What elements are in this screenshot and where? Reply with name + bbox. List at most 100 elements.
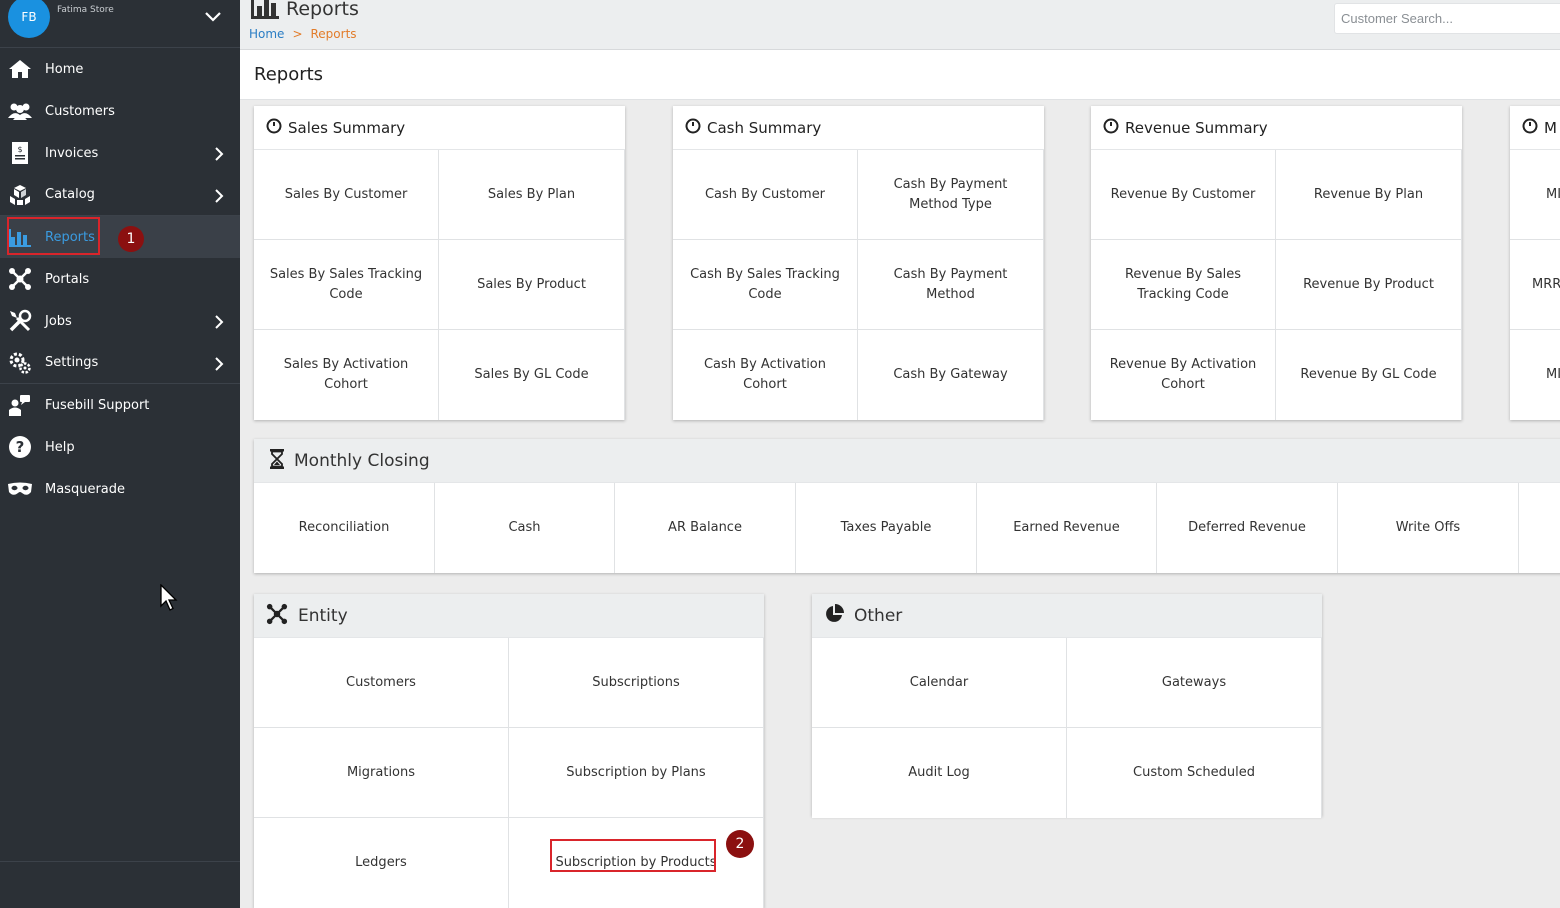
breadcrumb: Home > Reports [249,27,357,41]
report-link-label: Calendar [909,674,969,690]
report-link[interactable]: Gateways [1067,638,1322,728]
sidebar-item-customers[interactable]: Customers [0,90,240,132]
report-link[interactable]: Sales By GL Code [439,330,625,420]
report-link[interactable]: Revenue By Activation Cohort [1091,330,1276,420]
network-icon [266,603,288,629]
report-link-label: Custom Scheduled [1133,765,1255,780]
report-link[interactable]: Sales By Customer [254,150,439,240]
sidebar-item-invoices[interactable]: $ Invoices [0,132,240,174]
report-link[interactable]: MRR [1510,240,1560,330]
help-icon: ? [7,434,33,460]
report-link[interactable]: AR Balance [615,483,796,573]
report-link-label: Sales By Plan [487,186,576,202]
sidebar-item-settings[interactable]: Settings [0,342,240,384]
report-link[interactable]: Subscriptions [509,638,764,728]
main-content: Reports Sales Summary Sales By Customer … [240,50,1560,908]
report-link[interactable]: MI [1510,150,1560,240]
account-header[interactable]: FB Fatima Store [0,0,240,48]
report-link[interactable]: Revenue By Sales Tracking Code [1091,240,1276,330]
report-link[interactable]: Cash [435,483,615,573]
mrr-summary-card: M MI MRR MI [1510,106,1560,420]
users-icon [7,98,33,124]
report-link[interactable]: Subscription by Plans [509,728,764,818]
page-header: Reports [240,50,1560,100]
report-link[interactable]: Migrations [254,728,509,818]
pie-chart-icon [824,603,844,628]
report-link[interactable]: Cash By Payment Method Type [858,150,1044,240]
report-link[interactable]: Revenue By Customer [1091,150,1276,240]
card-title: Sales Summary [288,118,406,137]
report-link[interactable]: Calendar [812,638,1067,728]
report-link-label: Revenue By Sales Tracking Code [1124,266,1242,302]
report-link[interactable] [1519,483,1560,573]
report-link-label: Customers [346,674,416,690]
report-link[interactable]: Ledgers [254,818,509,908]
report-link[interactable]: Revenue By Plan [1276,150,1462,240]
card-header: Cash Summary [673,106,1044,150]
sidebar-item-home[interactable]: Home [0,48,240,90]
mouse-cursor-icon [160,583,180,616]
report-link-label: Sales By GL Code [474,367,589,382]
sidebar-item-help[interactable]: ? Help [0,426,240,468]
step-1-badge: 1 [118,226,144,252]
top-title: Reports [250,0,359,24]
report-link[interactable]: Cash By Sales Tracking Code [673,240,858,330]
report-link[interactable]: Cash By Payment Method [858,240,1044,330]
invoice-icon: $ [7,140,33,166]
sidebar-item-label: Customers [45,103,115,119]
page-title: Reports [254,64,324,85]
report-link[interactable]: Earned Revenue [977,483,1157,573]
report-link-label: Cash [508,520,541,535]
report-link[interactable]: Custom Scheduled [1067,728,1322,818]
network-icon [7,266,33,292]
report-link[interactable]: Cash By Activation Cohort [673,330,858,420]
card-title: Cash Summary [707,118,822,137]
report-link-label: Sales By Sales Tracking Code [269,266,423,302]
revenue-summary-card: Revenue Summary Revenue By Customer Reve… [1091,106,1462,420]
gears-icon [7,350,33,376]
report-link[interactable]: Sales By Sales Tracking Code [254,240,439,330]
tools-icon [7,308,33,334]
sidebar-item-masquerade[interactable]: Masquerade [0,468,240,510]
card-title: M [1544,118,1557,137]
avatar[interactable]: FB [8,0,50,38]
gauge-icon [1103,118,1119,138]
report-link[interactable]: Cash By Customer [673,150,858,240]
sidebar-item-fusebill-support[interactable]: Fusebill Support [0,384,240,426]
breadcrumb-home-link[interactable]: Home [249,27,284,41]
sidebar-item-label: Home [45,61,84,77]
report-link[interactable]: Deferred Revenue [1157,483,1338,573]
card-header: Revenue Summary [1091,106,1462,150]
report-link[interactable]: Sales By Product [439,240,625,330]
sidebar-item-label: Settings [45,355,99,370]
gauge-icon [266,118,282,138]
report-link[interactable]: Revenue By GL Code [1276,330,1462,420]
customer-search-input[interactable] [1334,3,1560,34]
report-link[interactable]: Sales By Activation Cohort [254,330,439,420]
report-link[interactable]: Reconciliation [254,483,435,573]
card-header: Sales Summary [254,106,625,150]
report-link[interactable]: Customers [254,638,509,728]
report-link[interactable]: Sales By Plan [439,150,625,240]
sidebar-item-label: Portals [45,271,90,287]
report-link[interactable]: Write Offs [1338,483,1519,573]
report-link[interactable]: Audit Log [812,728,1067,818]
sidebar-item-portals[interactable]: Portals [0,258,240,300]
top-bar: Reports Home > Reports [240,0,1560,50]
subscription-by-products-highlight [550,839,716,872]
sidebar-item-label: Jobs [45,313,72,329]
report-link[interactable]: Cash By Gateway [858,330,1044,420]
report-link-label: Cash By Customer [704,186,826,202]
sidebar-item-catalog[interactable]: Catalog [0,174,240,216]
report-link[interactable]: Taxes Payable [796,483,977,573]
report-link[interactable]: Revenue By Product [1276,240,1462,330]
card-title: Monthly Closing [294,450,430,471]
chevron-down-icon[interactable] [204,9,222,28]
sidebar-item-jobs[interactable]: Jobs [0,300,240,342]
mask-icon [7,476,33,502]
sidebar-nav: Home Customers $ Invoices Catalog Report… [0,48,240,510]
report-link[interactable]: MI [1510,330,1560,420]
cubes-icon [7,182,33,208]
card-header: Other [812,594,1322,638]
bar-chart-icon [250,0,280,24]
